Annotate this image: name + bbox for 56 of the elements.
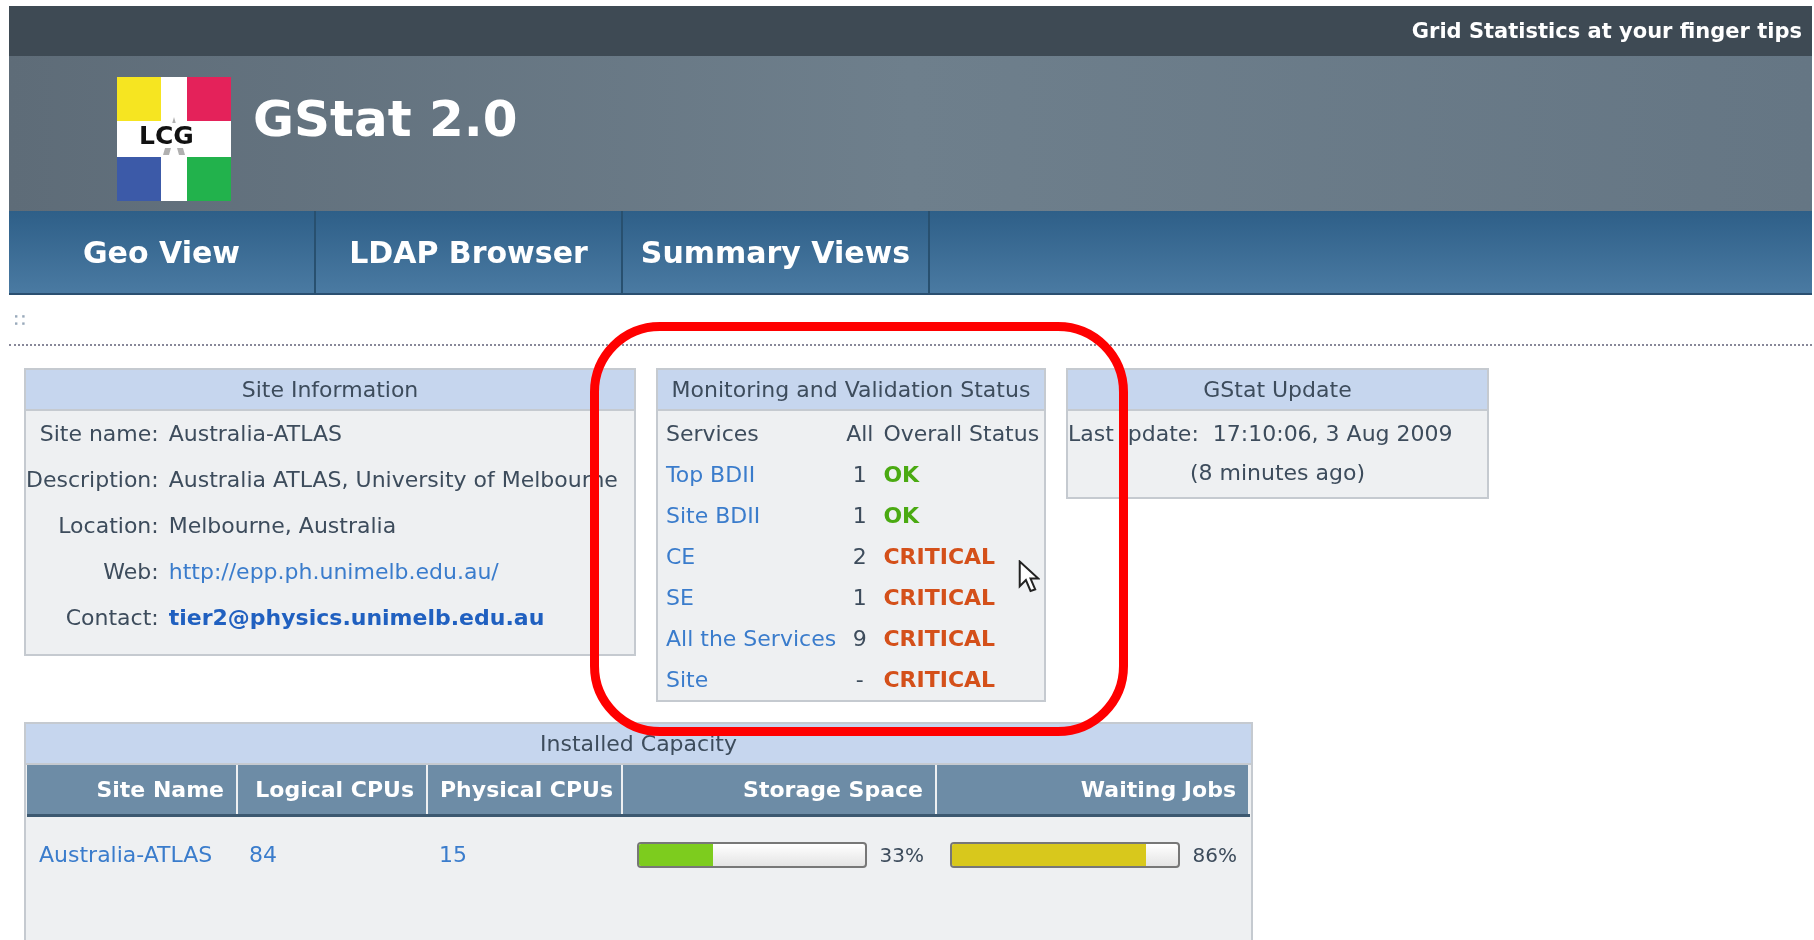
panel-title: Monitoring and Validation Status bbox=[658, 370, 1044, 411]
service-count: 9 bbox=[852, 626, 867, 651]
status-text: OK bbox=[883, 503, 920, 528]
field-label: Site name: bbox=[38, 421, 159, 446]
site-name-link[interactable]: Australia-ATLAS bbox=[39, 842, 213, 867]
status-text: OK bbox=[883, 462, 920, 487]
status-text: CRITICAL bbox=[883, 667, 996, 692]
service-link[interactable]: SE bbox=[666, 585, 694, 610]
update-label: pdate: bbox=[1127, 421, 1199, 446]
status-text: CRITICAL bbox=[883, 626, 996, 651]
update-label: Last bbox=[1068, 421, 1114, 446]
panel-title: Site Information bbox=[26, 370, 634, 411]
panel-title: GStat Update bbox=[1068, 370, 1487, 411]
service-count: - bbox=[855, 667, 864, 692]
grip-icon bbox=[15, 313, 27, 326]
service-link[interactable]: Site BDII bbox=[666, 503, 761, 528]
tagline: Grid Statistics at your finger tips bbox=[1411, 19, 1802, 43]
column-header: Storage Space bbox=[622, 765, 936, 816]
nav-tab[interactable]: LDAP Browser bbox=[316, 211, 623, 293]
usage-percent: 33% bbox=[879, 843, 924, 867]
logo-text: LCG bbox=[139, 122, 194, 148]
status-text: CRITICAL bbox=[883, 585, 996, 610]
update-time: 17:10:06, 3 Aug 2009 bbox=[1212, 421, 1453, 446]
nav-tab[interactable]: Summary Views bbox=[623, 211, 930, 293]
column-header: Site Name bbox=[27, 765, 237, 816]
link[interactable]: http://epp.ph.unimelb.edu.au/ bbox=[168, 559, 634, 584]
update-age: (8 minutes ago) bbox=[1189, 460, 1366, 485]
status-text: CRITICAL bbox=[883, 544, 996, 569]
service-link[interactable]: Site bbox=[666, 667, 709, 692]
service-link[interactable]: Top BDII bbox=[666, 462, 756, 487]
field-value: Melbourne, Australia bbox=[168, 513, 398, 538]
link[interactable]: tier2@physics.unimelb.edu.au bbox=[168, 605, 634, 630]
service-link[interactable]: CE bbox=[666, 544, 696, 569]
nav-tab[interactable]: Geo View bbox=[9, 211, 316, 293]
service-count: 2 bbox=[852, 544, 867, 569]
service-count: 1 bbox=[852, 585, 867, 610]
field-label: Location: bbox=[57, 513, 159, 538]
cpu-count[interactable]: 84 bbox=[249, 842, 277, 867]
service-link[interactable]: All the Services bbox=[666, 626, 837, 651]
field-label: Contact: bbox=[64, 605, 159, 630]
cursor-icon bbox=[1018, 560, 1040, 594]
site-title: GStat 2.0 bbox=[253, 89, 518, 148]
service-count: 1 bbox=[852, 462, 867, 487]
field-label: Web: bbox=[102, 559, 159, 584]
field-label: Description: bbox=[26, 467, 159, 492]
field-value: Australia-ATLAS bbox=[168, 421, 344, 446]
column-header: Physical CPUs bbox=[427, 765, 622, 816]
service-count: 1 bbox=[852, 503, 867, 528]
column-header: All bbox=[846, 421, 874, 446]
usage-percent: 86% bbox=[1192, 843, 1237, 867]
column-header: Services bbox=[666, 421, 759, 446]
cpu-count[interactable]: 15 bbox=[439, 842, 467, 867]
column-header: Overall Status bbox=[883, 421, 1040, 446]
column-header: Waiting Jobs bbox=[936, 765, 1249, 816]
panel-title: Installed Capacity bbox=[26, 724, 1251, 765]
column-header: Logical CPUs bbox=[237, 765, 427, 816]
